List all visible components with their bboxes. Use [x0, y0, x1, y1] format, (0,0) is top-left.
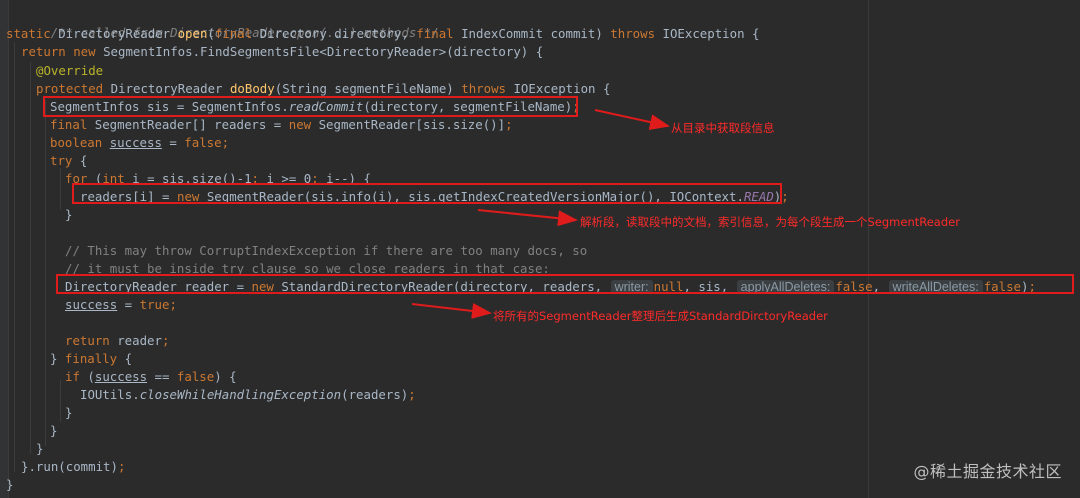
- code-text: DirectoryReader: [58, 26, 178, 41]
- code-text: {: [79, 153, 88, 168]
- keyword: final: [50, 117, 95, 132]
- code-text: }.run(commit): [21, 459, 118, 474]
- indent-guide: [45, 100, 46, 446]
- semicolon: ;: [408, 387, 416, 402]
- keyword: false: [176, 369, 215, 384]
- keyword: finally: [64, 351, 125, 366]
- code-text: IOException {: [662, 26, 760, 41]
- code-line-4: @Override: [36, 62, 103, 80]
- code-text: (String segmentFileName): [274, 81, 462, 96]
- annotation-parse-segments: 解析段，读取段中的文档，索引信息，为每个段生成一个SegmentReader: [580, 215, 960, 229]
- code-line-18: } finally {: [50, 350, 132, 368]
- highlight-box-read-commit: [43, 96, 578, 117]
- keyword: true: [139, 297, 170, 312]
- arrow-2: [477, 209, 578, 227]
- watermark: @稀土掘金技术社区: [913, 462, 1062, 481]
- code-line-20: IOUtils.closeWhileHandlingException(read…: [80, 386, 416, 404]
- annotation-read-segments: 从目录中获取段信息: [671, 121, 775, 135]
- keyword: new: [288, 117, 319, 132]
- indent-guide: [30, 62, 31, 454]
- code-text: (: [207, 26, 215, 41]
- closing-brace: }: [50, 423, 58, 438]
- semicolon: ;: [781, 189, 789, 204]
- variable-success: success: [94, 369, 148, 384]
- code-line-17: return reader;: [65, 332, 169, 350]
- method-name: doBody: [229, 81, 275, 96]
- keyword: if: [65, 369, 88, 384]
- closing-brace: }: [65, 207, 73, 222]
- line-comment: // This may throw CorruptIndexException …: [65, 243, 588, 258]
- code-text: ) {: [214, 369, 237, 384]
- right-margin-guide: [868, 0, 869, 498]
- code-text: IOException {: [513, 81, 611, 96]
- variable-success: success: [109, 135, 162, 150]
- highlight-box-standard-directory-reader: [56, 274, 1074, 294]
- code-line-24: }.run(commit);: [21, 458, 125, 476]
- method-name: open: [177, 26, 208, 41]
- closing-brace: }: [36, 441, 44, 456]
- code-text: {: [124, 351, 133, 366]
- indent-guide: [60, 168, 61, 210]
- indent-guide: [60, 380, 61, 422]
- keyword: throws: [461, 81, 514, 96]
- code-line-9: try {: [50, 152, 87, 170]
- highlight-box-segment-reader: [72, 183, 782, 204]
- keyword: final: [214, 26, 260, 41]
- arrow-1: [594, 109, 670, 130]
- variable-success: success: [65, 297, 118, 312]
- annotation-build-reader: 将所有的SegmentReader整理后生成StandardDirctoryRe…: [493, 309, 828, 323]
- semicolon: ;: [161, 333, 170, 348]
- keyword: try: [50, 153, 80, 168]
- code-line-13: // This may throw CorruptIndexException …: [65, 242, 587, 260]
- code-line-19: if (success == false) {: [65, 368, 237, 386]
- code-text: SegmentReader[sis.size()]: [318, 117, 506, 132]
- code-line-21: }: [65, 404, 72, 422]
- code-line-3: return new SegmentInfos.FindSegmentsFile…: [21, 43, 543, 61]
- code-text: ==: [147, 369, 177, 384]
- code-text: IOUtils.: [80, 387, 140, 402]
- keyword: static: [6, 26, 59, 41]
- closing-brace: }: [65, 405, 73, 420]
- code-text: IndexCommit commit): [461, 26, 611, 41]
- code-text: (: [87, 369, 95, 384]
- code-text: SegmentInfos.FindSegmentsFile<DirectoryR…: [103, 44, 544, 59]
- code-line-8: boolean success = false;: [50, 134, 229, 152]
- code-line-7: final SegmentReader[] readers = new Segm…: [50, 116, 513, 134]
- semicolon: ;: [169, 297, 177, 312]
- keyword: false: [184, 135, 222, 150]
- keyword: boolean: [50, 135, 110, 150]
- semicolon: ;: [505, 117, 513, 132]
- arrow-3: [411, 302, 492, 319]
- static-method: closeWhileHandlingException: [139, 387, 342, 402]
- code-line-1: /** called from DirectoryReader.open(...…: [6, 6, 439, 40]
- code-text: (readers): [341, 387, 409, 402]
- code-text: }: [50, 351, 65, 366]
- code-text: =: [117, 297, 140, 312]
- code-line-22: }: [50, 422, 57, 440]
- code-line-16: success = true;: [65, 296, 177, 314]
- code-text: DirectoryReader: [110, 81, 230, 96]
- code-line-12: }: [65, 206, 72, 224]
- code-editor[interactable]: /** called from DirectoryReader.open(...…: [0, 0, 1080, 498]
- editor-gutter[interactable]: [0, 0, 9, 498]
- code-text: Directory directory,: [259, 26, 417, 41]
- code-text: reader: [117, 333, 162, 348]
- annotation-override: @Override: [36, 63, 104, 78]
- code-line-23: }: [36, 440, 43, 458]
- keyword: return: [65, 333, 118, 348]
- keyword: final: [416, 26, 462, 41]
- semicolon: ;: [221, 135, 230, 150]
- code-text: SegmentReader[] readers =: [94, 117, 289, 132]
- code-line-25: }: [6, 476, 13, 494]
- indent-guide: [14, 42, 15, 472]
- keyword: throws: [610, 26, 663, 41]
- code-line-2: static DirectoryReader open(final Direct…: [6, 25, 759, 43]
- keyword: protected: [36, 81, 111, 96]
- closing-brace: }: [6, 477, 14, 492]
- keyword: return new: [21, 44, 104, 59]
- semicolon: ;: [117, 459, 126, 474]
- code-text: =: [161, 135, 185, 150]
